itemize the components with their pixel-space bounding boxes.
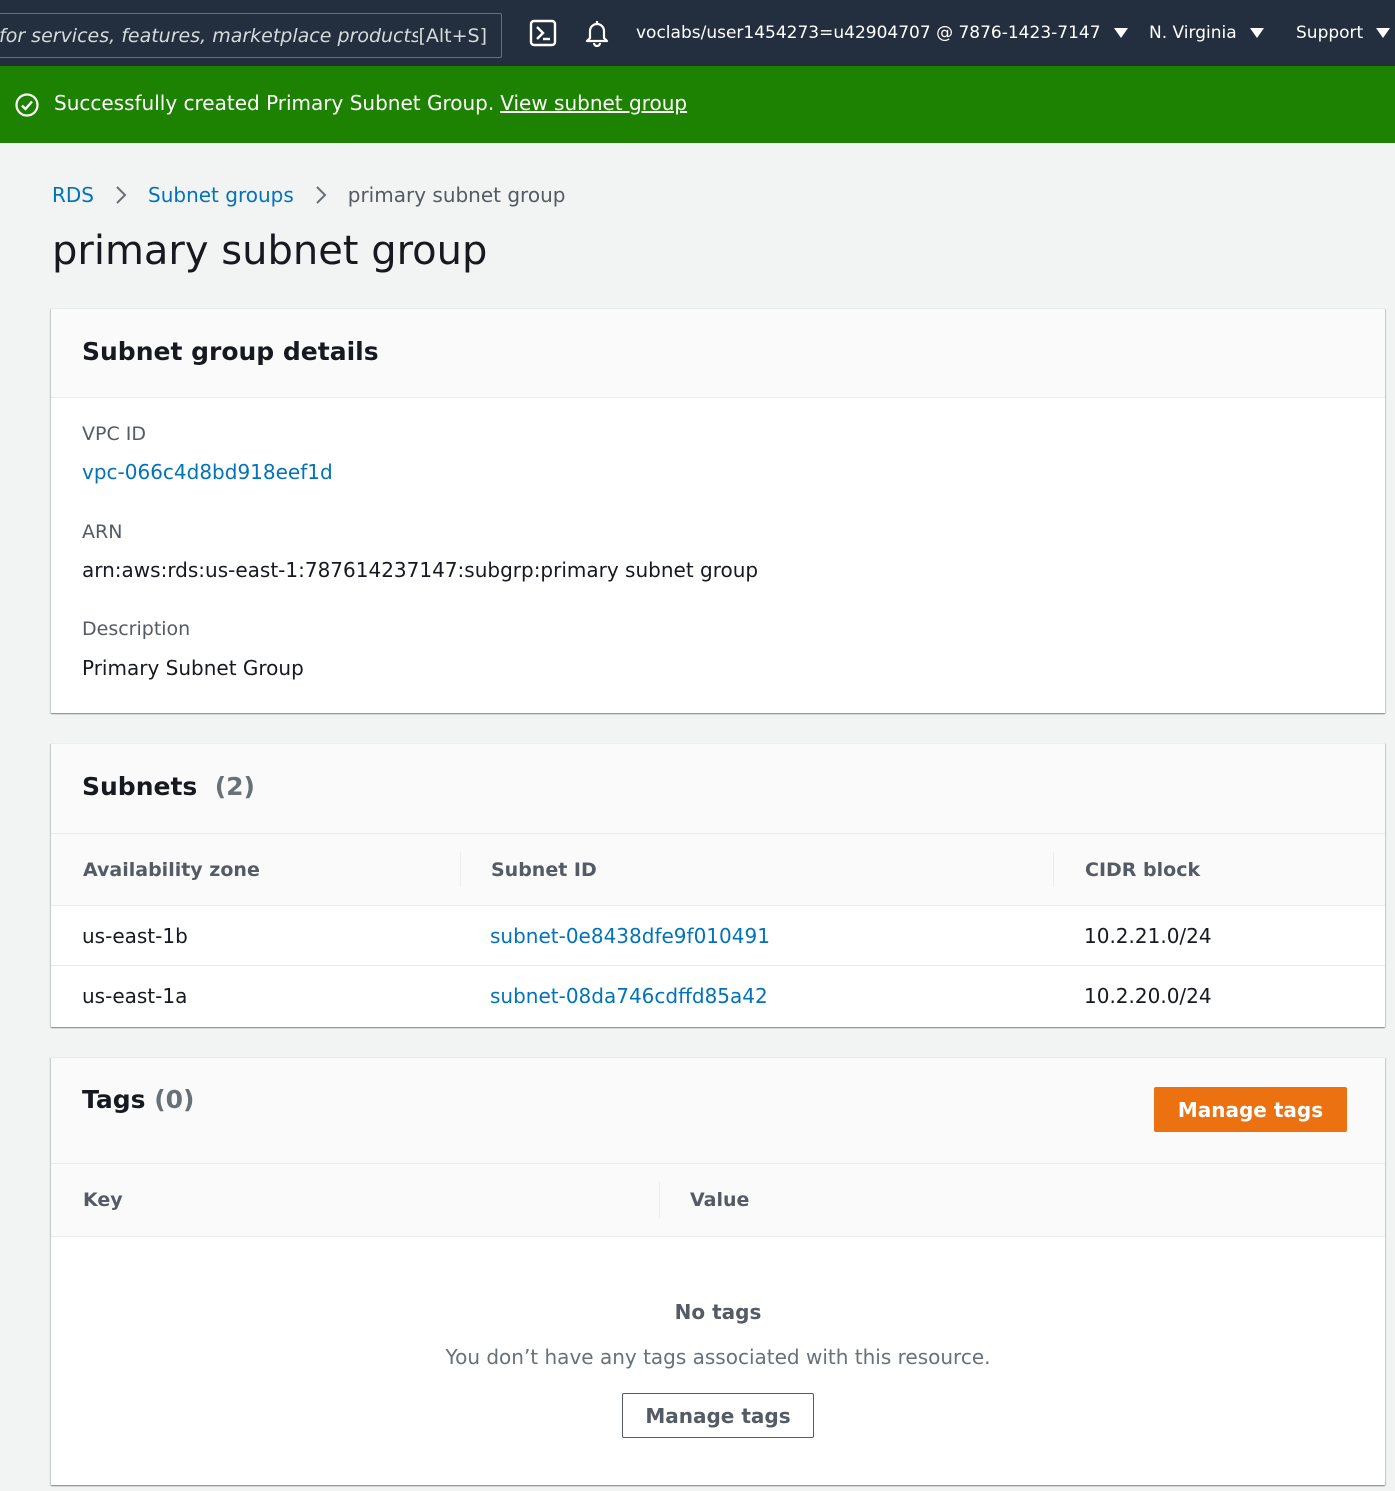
empty-state-description: You don’t have any tags associated with … xyxy=(445,1345,991,1369)
panel-header: Subnets (2) xyxy=(51,744,1385,833)
tags-title-text: Tags xyxy=(82,1085,146,1114)
subnets-title: Subnets (2) xyxy=(82,772,255,801)
column-header[interactable]: Availability zone xyxy=(83,834,260,905)
subnet-id-link[interactable]: subnet-0e8438dfe9f010491 xyxy=(490,906,770,965)
search-box[interactable]: [Alt+S] xyxy=(0,13,502,58)
vpc-id-link[interactable]: vpc-066c4d8bd918eef1d xyxy=(82,460,333,484)
account-label: voclabs/user1454273=u42904707 @ 7876-142… xyxy=(636,23,1101,43)
subnets-count: (2) xyxy=(214,772,255,801)
column-header[interactable]: Subnet ID xyxy=(491,834,597,905)
manage-tags-button[interactable]: Manage tags xyxy=(1154,1087,1347,1132)
check-circle-icon xyxy=(15,93,39,117)
cidr-block-cell: 10.2.21.0/24 xyxy=(1084,923,1212,948)
subnets-table-header: Availability zone Subnet ID CIDR block xyxy=(51,833,1385,906)
tags-panel: Tags (0) Manage tags Key Value No tags Y… xyxy=(51,1057,1385,1485)
column-divider xyxy=(659,1182,660,1218)
view-subnet-group-link[interactable]: View subnet group xyxy=(500,91,687,115)
top-navigation: [Alt+S] voclabs/user1454273=u42904707 @ … xyxy=(0,0,1395,66)
empty-state-title: No tags xyxy=(674,1300,762,1324)
breadcrumb-subnet-groups[interactable]: Subnet groups xyxy=(148,183,294,207)
search-input[interactable] xyxy=(0,14,419,57)
tags-title: Tags (0) xyxy=(82,1085,194,1114)
column-header[interactable]: Key xyxy=(83,1164,123,1236)
subnets-panel: Subnets (2) Availability zone Subnet ID … xyxy=(51,743,1385,1027)
availability-zone-cell: us-east-1a xyxy=(82,984,188,1008)
bell-icon[interactable] xyxy=(582,18,612,48)
page-title: primary subnet group xyxy=(52,228,488,274)
column-divider xyxy=(460,852,461,887)
column-header[interactable]: CIDR block xyxy=(1085,834,1200,905)
subnet-id-link[interactable]: subnet-08da746cdffd85a42 xyxy=(490,966,768,1026)
availability-zone-cell: us-east-1b xyxy=(82,923,188,948)
region-label: N. Virginia xyxy=(1149,23,1237,43)
cloudshell-icon[interactable] xyxy=(528,18,558,48)
flash-text: Successfully created Primary Subnet Grou… xyxy=(54,91,495,115)
chevron-down-icon xyxy=(1113,28,1128,38)
breadcrumb-rds[interactable]: RDS xyxy=(52,183,94,207)
chevron-down-icon xyxy=(1376,28,1391,38)
region-menu[interactable]: N. Virginia xyxy=(1149,0,1264,66)
chevron-right-icon xyxy=(314,184,328,206)
flash-message: Successfully created Primary Subnet Grou… xyxy=(54,91,687,115)
subnets-title-text: Subnets xyxy=(82,772,198,801)
chevron-down-icon xyxy=(1249,28,1264,38)
search-shortcut-hint: [Alt+S] xyxy=(418,24,487,47)
description-value: Primary Subnet Group xyxy=(82,656,304,680)
cidr-block-cell: 10.2.20.0/24 xyxy=(1084,984,1212,1008)
breadcrumb: RDS Subnet groups primary subnet group xyxy=(52,180,565,210)
column-divider xyxy=(1053,852,1054,887)
account-menu[interactable]: voclabs/user1454273=u42904707 @ 7876-142… xyxy=(636,0,1128,66)
column-header[interactable]: Value xyxy=(690,1164,749,1236)
success-flash-bar: Successfully created Primary Subnet Grou… xyxy=(0,66,1395,143)
details-title: Subnet group details xyxy=(82,337,379,366)
table-row: us-east-1b subnet-0e8438dfe9f010491 10.2… xyxy=(51,906,1385,966)
vpc-id-label: VPC ID xyxy=(82,423,146,445)
subnet-group-details-panel: Subnet group details VPC ID vpc-066c4d8b… xyxy=(51,308,1385,713)
chevron-right-icon xyxy=(114,184,128,206)
empty-manage-tags-button[interactable]: Manage tags xyxy=(622,1393,814,1438)
tags-table-header: Key Value xyxy=(51,1163,1385,1237)
description-label: Description xyxy=(82,618,191,640)
breadcrumb-current: primary subnet group xyxy=(347,183,566,207)
support-menu[interactable]: Support xyxy=(1296,0,1391,66)
panel-header: Tags (0) Manage tags xyxy=(51,1058,1385,1163)
arn-label: ARN xyxy=(82,521,123,543)
tags-count: (0) xyxy=(154,1085,195,1114)
panel-header: Subnet group details xyxy=(51,309,1385,398)
arn-value: arn:aws:rds:us-east-1:787614237147:subgr… xyxy=(82,558,759,582)
table-row: us-east-1a subnet-08da746cdffd85a42 10.2… xyxy=(51,966,1385,1026)
support-label: Support xyxy=(1296,23,1364,43)
